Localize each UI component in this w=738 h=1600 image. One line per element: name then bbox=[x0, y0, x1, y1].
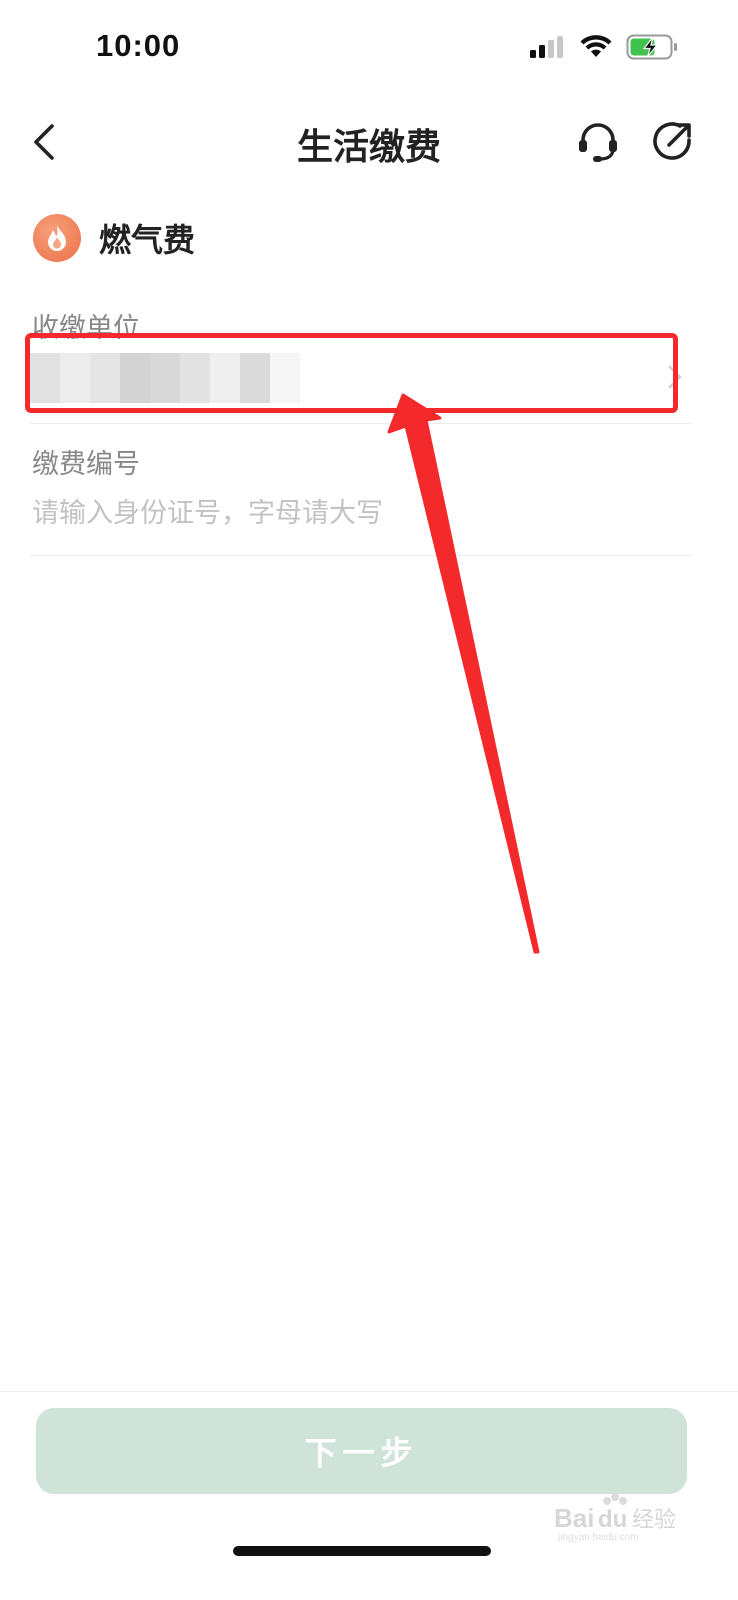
annotation-arrow bbox=[387, 393, 540, 954]
home-indicator[interactable] bbox=[233, 1546, 491, 1556]
divider bbox=[0, 1391, 738, 1392]
next-step-button[interactable]: 下一步 bbox=[36, 1408, 687, 1494]
baidu-watermark-logo: Bai du 经验 jingyan.baidu.com bbox=[554, 1493, 676, 1543]
svg-text:jingyan.baidu.com: jingyan.baidu.com bbox=[557, 1532, 639, 1543]
svg-text:Bai: Bai bbox=[554, 1503, 594, 1533]
svg-text:du: du bbox=[598, 1506, 627, 1533]
svg-text:经验: 经验 bbox=[632, 1508, 676, 1533]
